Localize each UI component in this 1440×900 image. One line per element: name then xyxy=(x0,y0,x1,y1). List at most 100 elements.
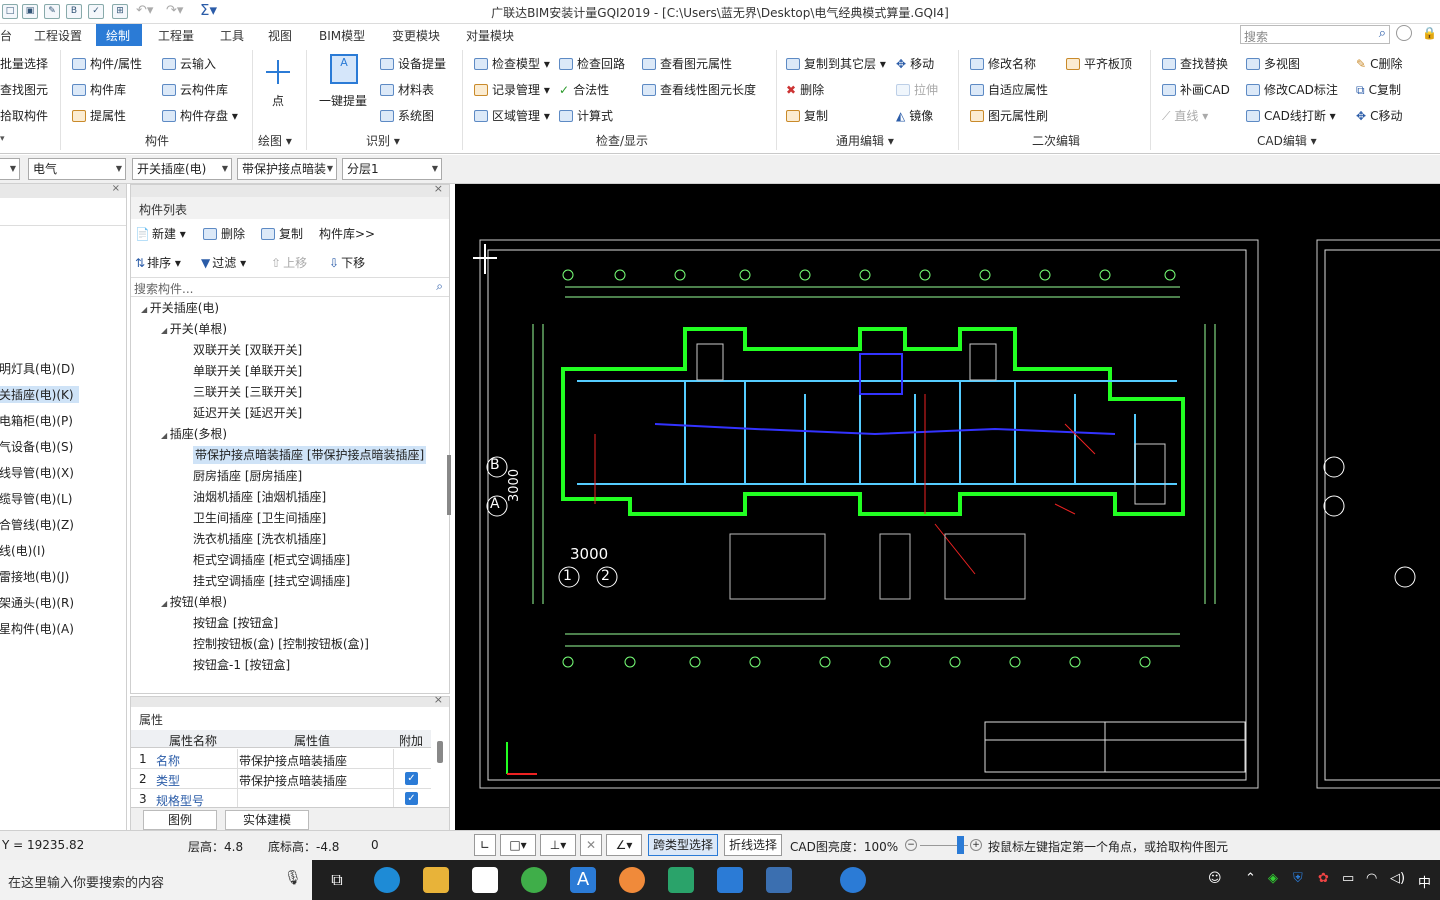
browser-icon[interactable] xyxy=(374,867,400,893)
copy-button[interactable]: 复制 xyxy=(786,107,828,124)
brightness-plus-icon[interactable]: + xyxy=(970,839,982,851)
search-icon[interactable]: ⌕ xyxy=(436,279,443,294)
tree-item[interactable]: 按钮盒 [按钮盒] xyxy=(193,614,278,631)
scrollbar-thumb[interactable] xyxy=(447,455,451,515)
comp-lib-button[interactable]: 构件库>> xyxy=(319,225,375,242)
dynamic-input-icon[interactable]: ⊥▾ xyxy=(540,834,576,856)
record-manage-button[interactable]: 记录管理 ▾ xyxy=(474,81,550,98)
point-draw-icon[interactable] xyxy=(266,60,290,84)
filter-button[interactable]: ▼ 过滤 ▾ xyxy=(201,254,246,271)
prop-row[interactable]: 2 类型 带保护接点暗装插座 ✓ xyxy=(131,769,431,789)
one-click-button[interactable]: 一键提量 xyxy=(319,92,367,109)
menu-quantity[interactable]: 工程量 xyxy=(158,27,194,44)
view-linelen-button[interactable]: 查看线性图元长度 xyxy=(642,81,756,98)
prop-checkbox[interactable]: ✓ xyxy=(405,772,418,785)
tree-item[interactable]: 卫生间插座 [卫生间插座] xyxy=(193,509,326,526)
copy-comp-button[interactable]: 复制 xyxy=(261,225,303,242)
material-table-button[interactable]: 材料表 xyxy=(380,81,434,98)
gqi-app-icon[interactable]: A xyxy=(570,867,596,893)
nav-item[interactable]: 雷接地(电)(J) xyxy=(0,568,69,585)
check-loop-button[interactable]: 检查回路 xyxy=(559,55,625,72)
angle-icon[interactable]: ∠▾ xyxy=(606,834,642,856)
modify-label-button[interactable]: 修改CAD标注 xyxy=(1246,81,1338,98)
brightness-slider-thumb[interactable] xyxy=(957,836,964,854)
menu-project-settings[interactable]: 工程设置 xyxy=(34,27,82,44)
prop-value[interactable]: 带保护接点暗装插座 xyxy=(239,772,347,789)
mail-icon[interactable] xyxy=(472,867,498,893)
person-icon[interactable]: ☺ xyxy=(1208,871,1222,886)
tree-item[interactable]: 厨房插座 [厨房插座] xyxy=(193,467,302,484)
menu-item[interactable]: 台 xyxy=(0,27,12,44)
wifi-icon[interactable]: ◠ xyxy=(1366,871,1377,886)
tab-entity-model[interactable]: 实体建模 xyxy=(225,810,309,830)
tree-item[interactable]: 双联开关 [双联开关] xyxy=(193,341,302,358)
mirror-button[interactable]: ◭ 镜像 xyxy=(896,107,933,124)
pick-component-button[interactable]: 拾取构件 xyxy=(0,107,48,124)
search-icon[interactable]: ⌕ xyxy=(1379,26,1386,41)
extract-attr-button[interactable]: 提属性 xyxy=(72,107,126,124)
task-view-icon[interactable]: ⧉ xyxy=(324,867,350,893)
shield-icon[interactable]: ⛨ xyxy=(1293,871,1303,886)
nav-item[interactable]: 缆导管(电)(L) xyxy=(0,490,72,507)
prop-value[interactable]: 带保护接点暗装插座 xyxy=(239,752,347,769)
new-button[interactable]: 📄 新建 ▾ xyxy=(135,225,186,242)
floor-select[interactable]: 分层1 ▼ xyxy=(342,158,442,180)
taskbar-search-box[interactable]: 在这里输入你要搜索的内容 🎙 xyxy=(0,860,312,900)
chrome-icon[interactable] xyxy=(521,867,547,893)
tree-item[interactable]: 带保护接点暗装插座 [带保护接点暗装插座] xyxy=(193,446,427,464)
attr-brush-button[interactable]: 图元属性刷 xyxy=(970,107,1048,124)
close-icon[interactable]: × xyxy=(434,182,443,195)
battery-icon[interactable]: ▭ xyxy=(1342,871,1354,886)
prev-dropdown[interactable]: ▼ xyxy=(0,158,20,180)
move-down-button[interactable]: ⇩ 下移 xyxy=(329,254,365,271)
snap-icon[interactable]: □▾ xyxy=(500,834,536,856)
nav-item[interactable]: 明灯具(电)(D) xyxy=(0,360,75,377)
nav-item[interactable]: 星构件(电)(A) xyxy=(0,620,74,637)
expand-arrow-icon[interactable]: ◢ xyxy=(141,305,150,314)
equip-extract-button[interactable]: 设备提量 xyxy=(380,55,446,72)
tree-item[interactable]: 柜式空调插座 [柜式空调插座] xyxy=(193,551,350,568)
tree-item[interactable]: 三联开关 [三联开关] xyxy=(193,383,302,400)
prop-row[interactable]: 1 名称 带保护接点暗装插座 xyxy=(131,749,431,769)
component-attr-button[interactable]: 构件/属性 xyxy=(72,55,142,72)
prop-row[interactable]: 3 规格型号 ✓ xyxy=(131,789,431,809)
user-avatar-icon[interactable] xyxy=(1396,25,1412,41)
nav-item[interactable]: 线(电)(I) xyxy=(0,542,45,559)
patch-cad-button[interactable]: 补画CAD xyxy=(1162,81,1230,98)
tray-red-icon[interactable]: ✿ xyxy=(1318,871,1329,886)
volume-icon[interactable]: ◁) xyxy=(1390,871,1405,886)
tab-legend[interactable]: 图例 xyxy=(143,810,217,830)
expand-arrow-icon[interactable]: ◢ xyxy=(161,599,170,608)
tree-item[interactable]: 油烟机插座 [油烟机插座] xyxy=(193,488,326,505)
menu-compare[interactable]: 对量模块 xyxy=(466,27,514,44)
tree-group[interactable]: ◢ 按钮(单根) xyxy=(161,593,227,610)
system-diagram-button[interactable]: 系统图 xyxy=(380,107,434,124)
app-green-icon[interactable] xyxy=(668,867,694,893)
find-element-button[interactable]: 查找图元 xyxy=(0,81,48,98)
view-attr-button[interactable]: 查看图元属性 xyxy=(642,55,732,72)
one-click-icon[interactable]: A xyxy=(330,54,358,84)
system-select[interactable]: 电气 ▼ xyxy=(28,158,126,180)
cad-break-button[interactable]: CAD线打断 ▾ xyxy=(1246,107,1336,124)
batch-select-button[interactable]: 批量选择 xyxy=(0,55,48,72)
menu-change[interactable]: 变更模块 xyxy=(392,27,440,44)
nav-item[interactable]: 线导管(电)(X) xyxy=(0,464,74,481)
close-icon[interactable]: × xyxy=(112,183,120,194)
tree-item[interactable]: 洗衣机插座 [洗衣机插座] xyxy=(193,530,326,547)
nav-item[interactable]: 合管线(电)(Z) xyxy=(0,516,74,533)
lock-icon[interactable]: 🔒 xyxy=(1422,26,1437,40)
expand-arrow-icon[interactable]: ◢ xyxy=(161,326,170,335)
cross-type-select-toggle[interactable]: 跨类型选择 xyxy=(648,834,718,856)
nav-item[interactable]: 电箱柜(电)(P) xyxy=(0,412,73,429)
cad-canvas[interactable]: B A 1 2 3000 3000 xyxy=(455,184,1440,830)
microphone-icon[interactable]: 🎙 xyxy=(284,870,302,886)
props-scrollbar[interactable] xyxy=(437,741,443,763)
find-replace-button[interactable]: 查找替换 xyxy=(1162,55,1228,72)
point-button[interactable]: 点 xyxy=(272,92,284,109)
menu-view[interactable]: 视图 xyxy=(268,27,292,44)
group-label-identify[interactable]: 识别 ▾ xyxy=(366,132,400,149)
nav-item[interactable]: 架通头(电)(R) xyxy=(0,594,74,611)
group-label-draw[interactable]: 绘图 ▾ xyxy=(258,132,292,149)
cross-icon[interactable]: ✕ xyxy=(580,834,602,856)
menu-tools[interactable]: 工具 xyxy=(220,27,244,44)
